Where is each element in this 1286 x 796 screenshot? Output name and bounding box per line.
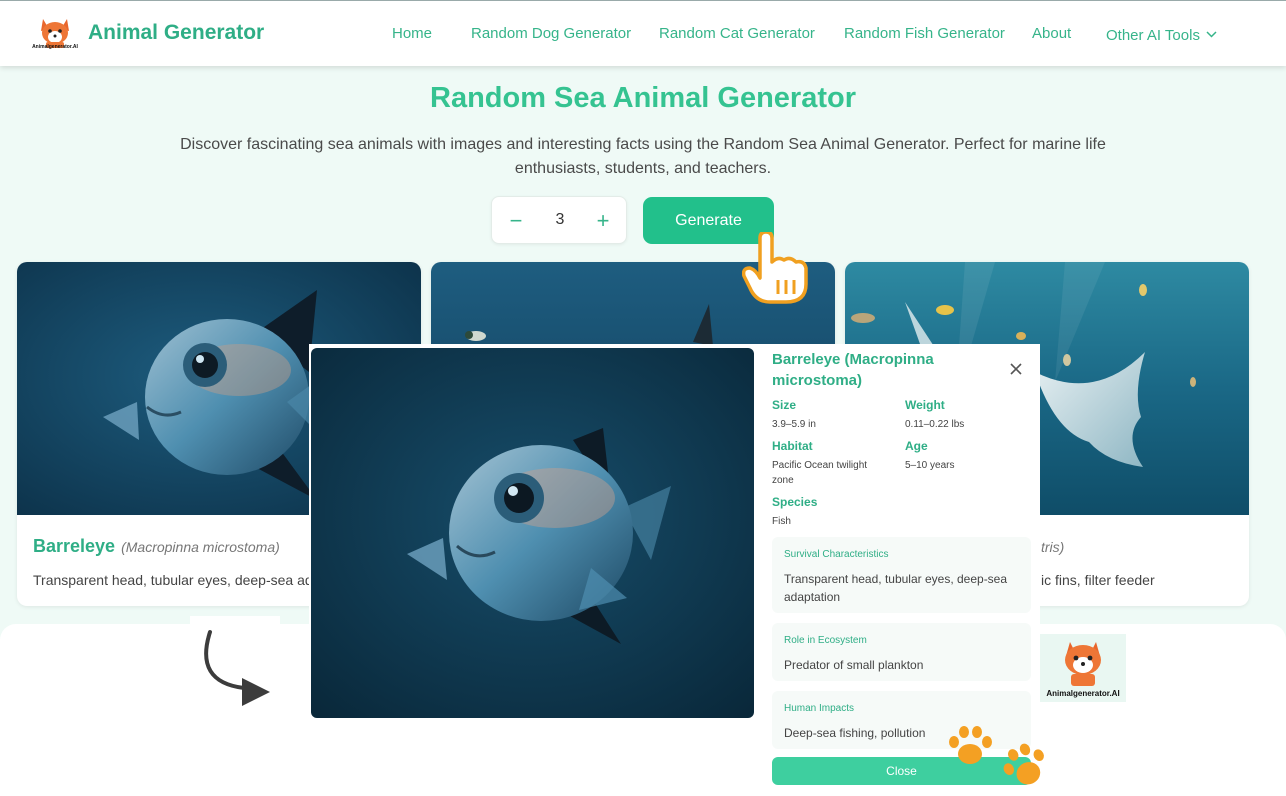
species-value: Fish <box>772 516 791 527</box>
section-text: Predator of small plankton <box>784 658 924 672</box>
size-value: 3.9–5.9 in <box>772 419 816 430</box>
increment-button[interactable]: + <box>591 208 615 234</box>
curved-arrow-icon <box>198 626 274 712</box>
quantity-value[interactable]: 3 <box>544 211 576 229</box>
top-navbar: Animalgenerator.AI Animal Generator Home… <box>0 0 1286 66</box>
habitat-label: Habitat <box>772 439 813 453</box>
nav-other-ai-tools[interactable]: Other AI Tools <box>1106 25 1217 44</box>
section-heading: Human Impacts <box>784 703 855 714</box>
animal-detail-modal: Barreleye (Macropinna microstoma) Size 3… <box>309 344 1040 796</box>
age-label: Age <box>905 439 928 453</box>
fox-logo-icon[interactable]: Animalgenerator.AI <box>31 15 79 55</box>
nav-other-ai-tools-label: Other AI Tools <box>1106 27 1200 44</box>
chevron-down-icon <box>1206 25 1217 42</box>
size-label: Size <box>772 398 797 412</box>
card-scientific-name: tris) <box>1041 539 1065 555</box>
pointing-hand-icon <box>741 230 810 304</box>
age-value: 5–10 years <box>905 460 955 471</box>
quantity-stepper: − 3 + <box>491 196 627 244</box>
paw-icon <box>946 724 994 773</box>
survival-characteristics-section: Survival Characteristics Transparent hea… <box>772 537 1031 613</box>
nav-random-fish-generator[interactable]: Random Fish Generator <box>844 25 1005 42</box>
nav-random-dog-generator[interactable]: Random Dog Generator <box>471 25 631 42</box>
nav-random-cat-generator[interactable]: Random Cat Generator <box>659 25 815 42</box>
paw-icon <box>1000 740 1050 796</box>
modal-title: Barreleye (Macropinna microstoma) <box>772 351 934 389</box>
section-heading: Role in Ecosystem <box>784 635 867 646</box>
page-description: Discover fascinating sea animals with im… <box>180 136 1106 177</box>
close-icon[interactable] <box>1009 362 1023 376</box>
weight-value: 0.11–0.22 lbs <box>905 419 965 430</box>
decrement-button[interactable]: − <box>504 208 528 234</box>
nav-about[interactable]: About <box>1032 25 1071 42</box>
habitat-value: Pacific Ocean twilight zone <box>772 460 868 486</box>
logo-caption: Animalgenerator.AI <box>32 44 78 50</box>
nav-home[interactable]: Home <box>392 25 432 42</box>
weight-label: Weight <box>905 398 945 412</box>
modal-animal-image <box>311 348 754 718</box>
card-description: ic fins, filter feeder <box>1041 572 1155 588</box>
species-label: Species <box>772 495 818 509</box>
role-in-ecosystem-section: Role in Ecosystem Predator of small plan… <box>772 623 1031 681</box>
card-common-name: Barreleye <box>33 536 116 556</box>
brand-title[interactable]: Animal Generator <box>88 21 264 45</box>
fox-logo-caption: Animalgenerator.AI <box>1046 689 1120 698</box>
page-title: Random Sea Animal Generator <box>430 82 856 114</box>
section-heading: Survival Characteristics <box>784 549 889 560</box>
card-scientific-name: (Macropinna microstoma) <box>121 539 280 555</box>
card-animal-name: Barreleye (Macropinna microstoma) <box>33 536 280 557</box>
section-text: Transparent head, tubular eyes, deep-sea… <box>784 572 1008 604</box>
